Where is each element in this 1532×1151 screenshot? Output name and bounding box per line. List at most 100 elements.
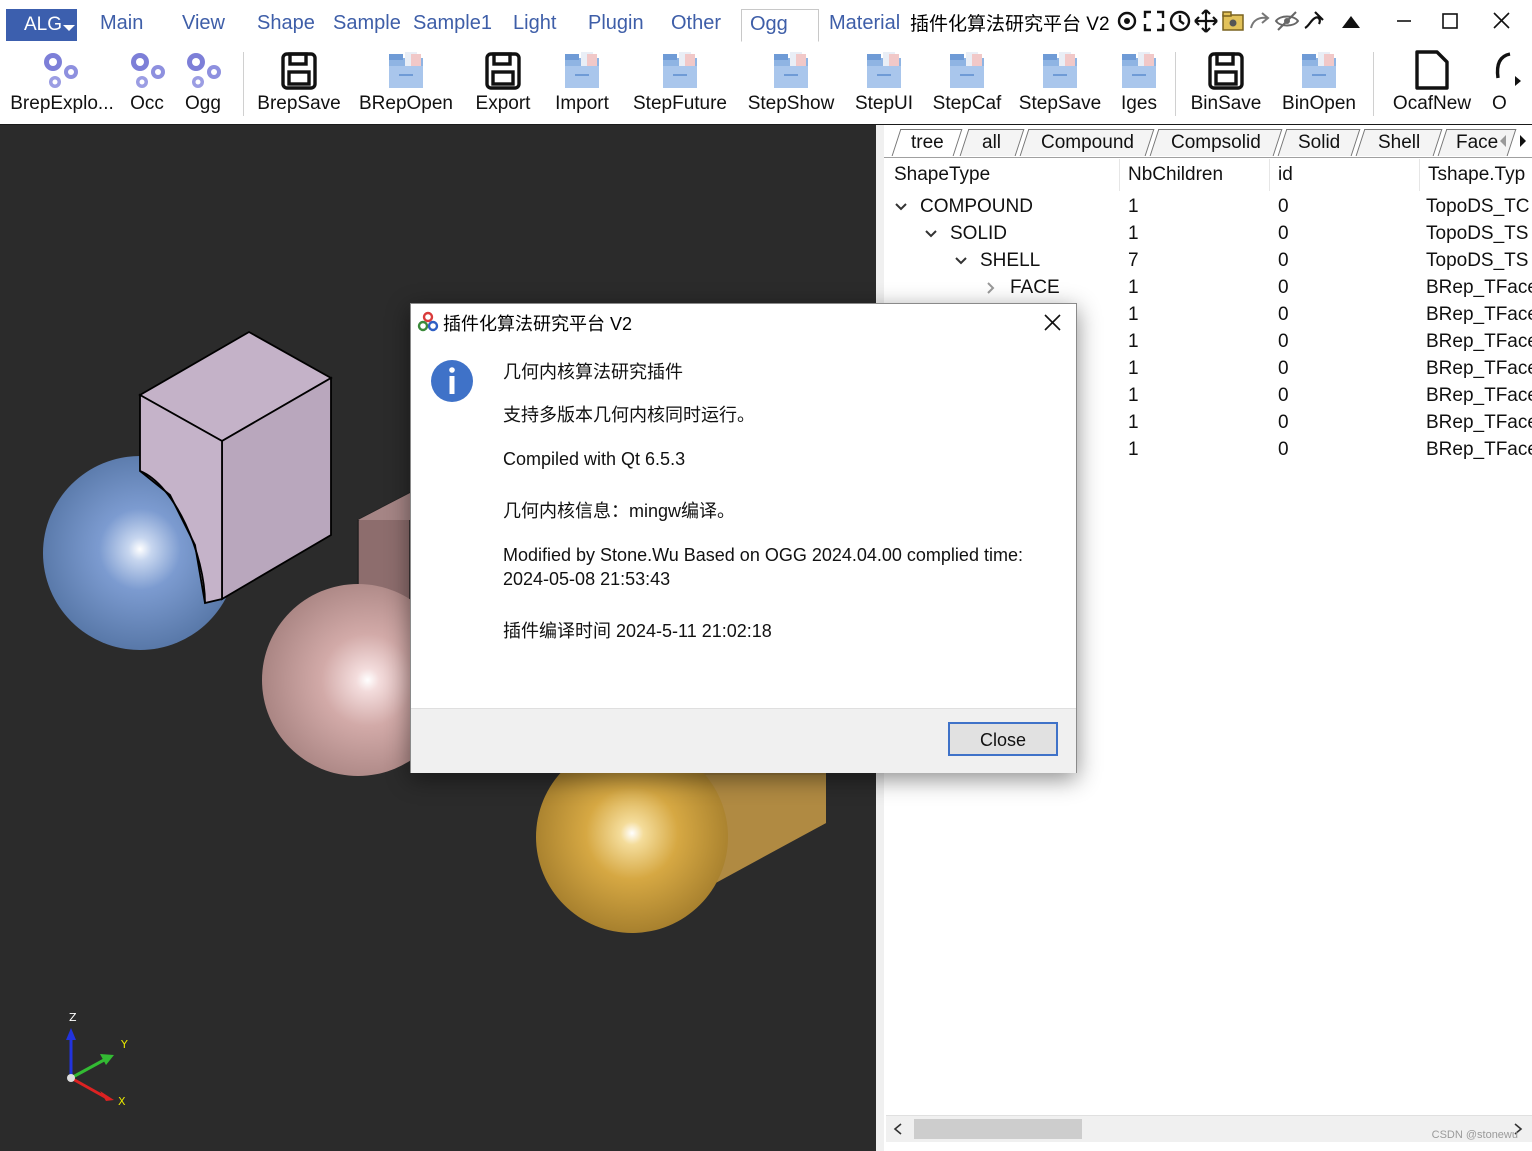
ribbon-brepopen-button[interactable]: BRepOpen xyxy=(356,42,456,122)
tab-tree[interactable]: tree xyxy=(891,129,963,156)
rotate-icon[interactable] xyxy=(1167,8,1193,34)
chevron-down-icon[interactable] xyxy=(924,227,938,241)
table-row[interactable]: FACE 1 0 BRep_TFace xyxy=(886,274,1532,301)
pan-icon[interactable] xyxy=(1193,8,1219,34)
column-id[interactable]: id xyxy=(1270,159,1420,191)
folder-icon xyxy=(1122,52,1156,88)
cell-shapetype: SOLID xyxy=(950,223,1008,244)
ribbon-binopen-button[interactable]: BinOpen xyxy=(1276,42,1362,122)
table-header: ShapeType NbChildren id Tshape.Typ xyxy=(886,159,1532,191)
table-row[interactable]: COMPOUND 1 0 TopoDS_TC xyxy=(886,193,1532,220)
tab-material[interactable]: Material xyxy=(829,12,900,35)
close-window-icon[interactable] xyxy=(1478,4,1524,38)
ribbon-stepcaf-button[interactable]: StepCaf xyxy=(928,42,1006,122)
ribbon-stepfuture-button[interactable]: StepFuture xyxy=(628,42,732,122)
scrollbar-thumb[interactable] xyxy=(914,1119,1082,1139)
cell-id: 0 xyxy=(1278,439,1289,460)
ribbon-brepsave-label: BrepSave xyxy=(257,93,341,114)
axis-z-label: Z xyxy=(69,1011,77,1024)
alg-label: ALG xyxy=(24,14,63,35)
tab-shell[interactable]: Shell xyxy=(1355,129,1443,156)
column-shapetype[interactable]: ShapeType xyxy=(886,159,1120,191)
fullscreen-icon[interactable] xyxy=(1141,8,1167,34)
tabs-scroll-left-icon[interactable] xyxy=(1496,131,1510,151)
collapse-ribbon-icon[interactable] xyxy=(1338,8,1364,34)
tab-all[interactable]: all xyxy=(959,129,1025,156)
cell-id: 0 xyxy=(1278,331,1289,352)
minimize-icon[interactable] xyxy=(1381,4,1427,38)
ribbon-stepsave-label: StepSave xyxy=(1018,93,1102,114)
ribbon-binsave-button[interactable]: BinSave xyxy=(1186,42,1266,122)
tabs-scroll-right-icon[interactable] xyxy=(1516,131,1530,151)
ribbon-stepui-button[interactable]: StepUI xyxy=(850,42,918,122)
tab-compound[interactable]: Compound xyxy=(1019,129,1155,156)
tab-ogg[interactable]: Ogg xyxy=(741,9,819,42)
ribbon-brepexplorer-button[interactable]: BrepExplo... xyxy=(8,42,116,122)
ribbon-stepsave-button[interactable]: StepSave xyxy=(1016,42,1104,122)
chevron-right-icon[interactable] xyxy=(984,281,998,295)
cell-tshape-type: BRep_TFace xyxy=(1426,331,1532,352)
ribbon-separator xyxy=(1175,52,1176,116)
ribbon-brepsave-button[interactable]: BrepSave xyxy=(254,42,344,122)
ribbon-export-button[interactable]: Export xyxy=(468,42,538,122)
folder-icon xyxy=(1043,52,1077,88)
redo-icon[interactable] xyxy=(1247,8,1273,34)
dialog-close-icon[interactable] xyxy=(1037,310,1067,336)
chevron-down-icon[interactable] xyxy=(894,200,908,214)
cell-id: 0 xyxy=(1278,385,1289,406)
tab-main[interactable]: Main xyxy=(100,12,143,35)
tab-solid[interactable]: Solid xyxy=(1277,129,1361,156)
cell-id: 0 xyxy=(1278,358,1289,379)
tab-sample1[interactable]: Sample1 xyxy=(413,12,492,35)
ribbon-brepopen-label: BRepOpen xyxy=(358,93,453,114)
cell-id: 0 xyxy=(1278,223,1289,244)
cell-shapetype: COMPOUND xyxy=(920,196,1033,217)
ribbon-occ-button[interactable]: Occ xyxy=(124,42,170,122)
cell-nbchildren: 1 xyxy=(1128,304,1139,325)
ribbon-stepshow-button[interactable]: StepShow xyxy=(744,42,838,122)
ribbon-stepfuture-label: StepFuture xyxy=(633,93,727,114)
tab-other[interactable]: Other xyxy=(671,12,721,35)
scroll-left-icon[interactable] xyxy=(892,1122,904,1136)
tab-compsolid[interactable]: Compsolid xyxy=(1149,129,1283,156)
tab-sample[interactable]: Sample xyxy=(333,12,401,35)
maximize-icon[interactable] xyxy=(1427,4,1473,38)
ribbon-import-button[interactable]: Import xyxy=(548,42,616,122)
table-row[interactable]: SHELL 7 0 TopoDS_TS xyxy=(886,247,1532,274)
ribbon-scroll-right-icon[interactable] xyxy=(1512,74,1524,88)
menu-bar: ALG Main View Shape Sample Sample1 Light… xyxy=(0,0,1532,43)
tab-light[interactable]: Light xyxy=(513,12,556,35)
ribbon-iges-button[interactable]: Iges xyxy=(1114,42,1164,122)
tab-view[interactable]: View xyxy=(182,12,225,35)
edit-tool-icon[interactable] xyxy=(1301,8,1327,34)
close-button[interactable]: Close xyxy=(948,722,1058,756)
info-icon xyxy=(431,360,473,402)
gears-icon xyxy=(187,53,221,88)
folder-icon xyxy=(774,52,808,88)
chevron-down-icon[interactable] xyxy=(954,254,968,268)
ribbon-import-label: Import xyxy=(555,93,609,114)
alg-menu-button[interactable]: ALG xyxy=(6,9,77,41)
cell-nbchildren: 1 xyxy=(1128,196,1139,217)
cell-id: 0 xyxy=(1278,412,1289,433)
ribbon-ocafnew-button[interactable]: OcafNew xyxy=(1386,42,1478,122)
ribbon-ogg-label: Ogg xyxy=(185,93,221,114)
ribbon-iges-label: Iges xyxy=(1121,93,1157,114)
dialog-modified-time: 2024-05-08 21:53:43 xyxy=(503,569,671,589)
tab-plugin[interactable]: Plugin xyxy=(588,12,644,35)
column-nbchildren[interactable]: NbChildren xyxy=(1120,159,1270,191)
fit-all-icon[interactable] xyxy=(1114,8,1140,34)
dialog-modified-text: Modified by Stone.Wu Based on OGG 2024.0… xyxy=(503,545,1023,565)
dialog-heading: 几何内核算法研究插件 xyxy=(503,362,683,382)
new-document-icon xyxy=(1415,50,1449,90)
hide-icon[interactable] xyxy=(1274,8,1300,34)
ribbon-ogg-button[interactable]: Ogg xyxy=(180,42,226,122)
ribbon-stepcaf-label: StepCaf xyxy=(932,93,1002,114)
cell-tshape-type: BRep_TFace xyxy=(1426,439,1532,460)
axis-x-label: X xyxy=(118,1095,126,1108)
tab-shape[interactable]: Shape xyxy=(257,12,315,35)
table-row[interactable]: SOLID 1 0 TopoDS_TS xyxy=(886,220,1532,247)
folder-settings-icon[interactable] xyxy=(1220,8,1246,34)
cell-tshape-type: TopoDS_TS xyxy=(1426,223,1529,244)
column-tshape-type[interactable]: Tshape.Typ xyxy=(1420,159,1532,191)
